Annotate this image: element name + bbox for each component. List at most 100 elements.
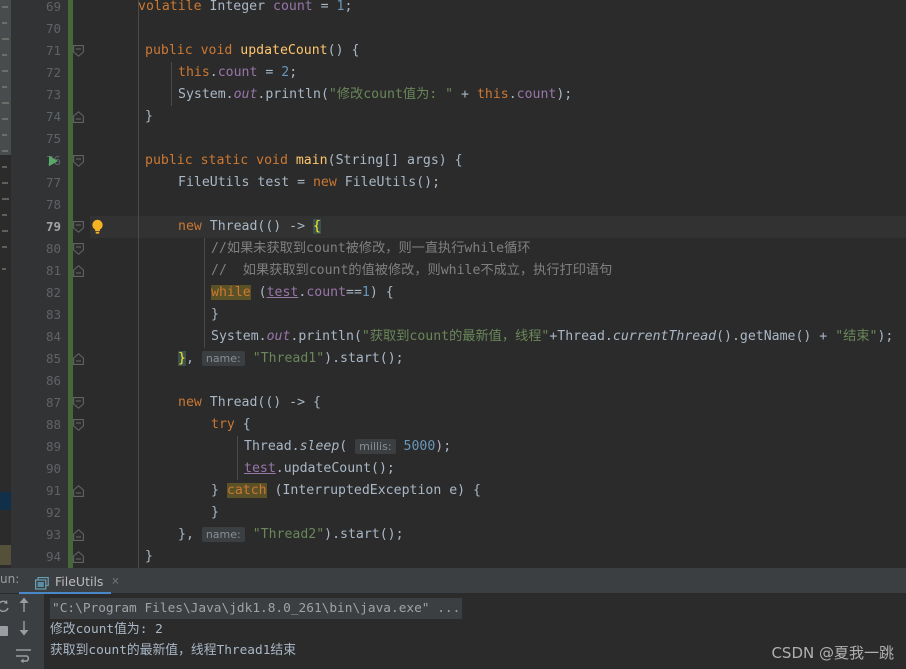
- code-token: System: [178, 87, 226, 102]
- code-token: =: [312, 0, 337, 14]
- parameter-hint: name:: [201, 351, 245, 366]
- close-icon[interactable]: ×: [111, 574, 119, 589]
- parameter-hint: name:: [201, 527, 245, 542]
- minimap-highlight-block: [0, 545, 11, 565]
- fold-end-icon[interactable]: [73, 106, 84, 128]
- code-line[interactable]: }: [90, 304, 219, 326]
- line-number: 69: [45, 0, 61, 14]
- parameter-hint: millis:: [355, 439, 396, 454]
- fold-end-icon[interactable]: [73, 524, 84, 546]
- run-tab-fileutils[interactable]: FileUtils ×: [27, 568, 125, 594]
- code-line[interactable]: FileUtils test = new FileUtils();: [90, 172, 440, 194]
- code-token: ;: [289, 65, 298, 80]
- code-line[interactable]: }: [90, 502, 219, 524]
- code-line[interactable]: }, name: "Thread2").start();: [90, 524, 404, 546]
- code-token: (String[] args) {: [327, 153, 463, 168]
- line-number: 85: [45, 351, 61, 366]
- code-token: Thread(() -> {: [209, 395, 321, 410]
- code-token: Thread.: [244, 439, 300, 454]
- code-line[interactable]: volatile Integer count = 1;: [90, 0, 352, 18]
- fold-collapse-icon[interactable]: [73, 216, 84, 238]
- watermark-text: CSDN @夏我一跳: [771, 644, 894, 662]
- code-line[interactable]: }: [90, 546, 153, 568]
- code-line[interactable]: Thread.sleep( millis: 5000);: [90, 436, 451, 458]
- code-line[interactable]: // 如果获取到count的值被修改，则while不成立，执行打印语句: [90, 260, 612, 282]
- code-line[interactable]: //如果未获取到count被修改，则一直执行while循环: [90, 238, 530, 260]
- code-token: ).start();: [324, 351, 404, 366]
- code-token: System: [211, 329, 259, 344]
- code-token: test: [266, 285, 299, 300]
- code-token: );: [877, 329, 894, 344]
- code-token: +Thread.: [549, 329, 613, 344]
- code-line[interactable]: while (test.count==1) {: [90, 282, 394, 304]
- fold-end-icon[interactable]: [73, 546, 84, 568]
- code-token: FileUtils();: [344, 175, 441, 190]
- code-token: +: [453, 87, 477, 102]
- code-token: {: [234, 417, 251, 432]
- code-token: "获取到count的最新值，线程": [361, 329, 550, 344]
- code-token: .: [258, 329, 267, 344]
- code-token: static: [200, 153, 257, 168]
- code-token: (: [250, 285, 267, 300]
- code-token: this: [476, 87, 509, 102]
- down-arrow-icon[interactable]: [13, 617, 35, 639]
- code-token: public: [145, 43, 201, 58]
- fold-collapse-icon[interactable]: [73, 150, 84, 172]
- code-token: =: [257, 65, 282, 80]
- fold-end-icon[interactable]: [73, 480, 84, 502]
- line-number: 81: [45, 263, 61, 278]
- code-line[interactable]: }: [90, 106, 153, 128]
- code-line[interactable]: new Thread(() -> {: [90, 216, 321, 238]
- code-line[interactable]: this.count = 2;: [90, 62, 297, 84]
- code-token: ;: [344, 0, 353, 14]
- fold-end-icon[interactable]: [73, 348, 84, 370]
- fold-end-icon[interactable]: [73, 260, 84, 282]
- code-line[interactable]: new Thread(() -> {: [90, 392, 321, 414]
- rerun-icon[interactable]: [0, 596, 14, 618]
- code-line[interactable]: public static void main(String[] args) {: [90, 150, 463, 172]
- code-token: count: [306, 285, 347, 300]
- code-line[interactable]: } catch (InterruptedException e) {: [90, 480, 481, 502]
- line-number: 82: [45, 285, 61, 300]
- code-token: Integer: [209, 0, 273, 14]
- line-number: 89: [45, 439, 61, 454]
- code-content[interactable]: volatile Integer count = 1; public void u…: [90, 0, 906, 568]
- code-token: 1: [361, 285, 370, 300]
- stop-icon[interactable]: [0, 620, 14, 642]
- code-token: () {: [327, 43, 360, 58]
- code-folding-gutter[interactable]: [68, 0, 90, 568]
- up-arrow-icon[interactable]: [13, 594, 35, 616]
- code-token: ==: [346, 285, 362, 300]
- run-gutter-icon[interactable]: [48, 150, 60, 172]
- code-token: "Thread2": [252, 527, 325, 542]
- code-token: Thread(() ->: [209, 219, 313, 234]
- line-number: 94: [45, 549, 61, 564]
- soft-wrap-icon[interactable]: [13, 644, 35, 666]
- code-token: main: [295, 153, 328, 168]
- run-tool-window: un: FileUtils × "C:\Program Files\Java\j…: [0, 568, 906, 669]
- fold-collapse-icon[interactable]: [73, 40, 84, 62]
- code-token: }: [145, 549, 153, 564]
- editor-minimap[interactable]: [0, 0, 11, 568]
- code-line[interactable]: try {: [90, 414, 251, 436]
- code-token: public: [145, 153, 201, 168]
- line-number: 73: [45, 87, 61, 102]
- code-editor[interactable]: 6970717273747576777879808182838485868788…: [0, 0, 906, 568]
- fold-collapse-icon[interactable]: [73, 392, 84, 414]
- code-token: "Thread1": [252, 351, 325, 366]
- fold-collapse-icon[interactable]: [73, 238, 84, 260]
- code-line[interactable]: System.out.println("获取到count的最新值，线程"+Thr…: [90, 326, 893, 348]
- code-line[interactable]: System.out.println("修改count值为: " + this.…: [90, 84, 572, 106]
- fold-collapse-icon[interactable]: [73, 414, 84, 436]
- line-number-gutter: 6970717273747576777879808182838485868788…: [11, 0, 68, 568]
- line-number: 92: [45, 505, 61, 520]
- intention-bulb-icon[interactable]: [90, 216, 106, 238]
- code-line[interactable]: public void updateCount() {: [90, 40, 359, 62]
- code-line[interactable]: }, name: "Thread1").start();: [90, 348, 404, 370]
- line-number: 91: [45, 483, 61, 498]
- code-token: out: [233, 87, 258, 102]
- code-line[interactable]: test.updateCount();: [90, 458, 395, 480]
